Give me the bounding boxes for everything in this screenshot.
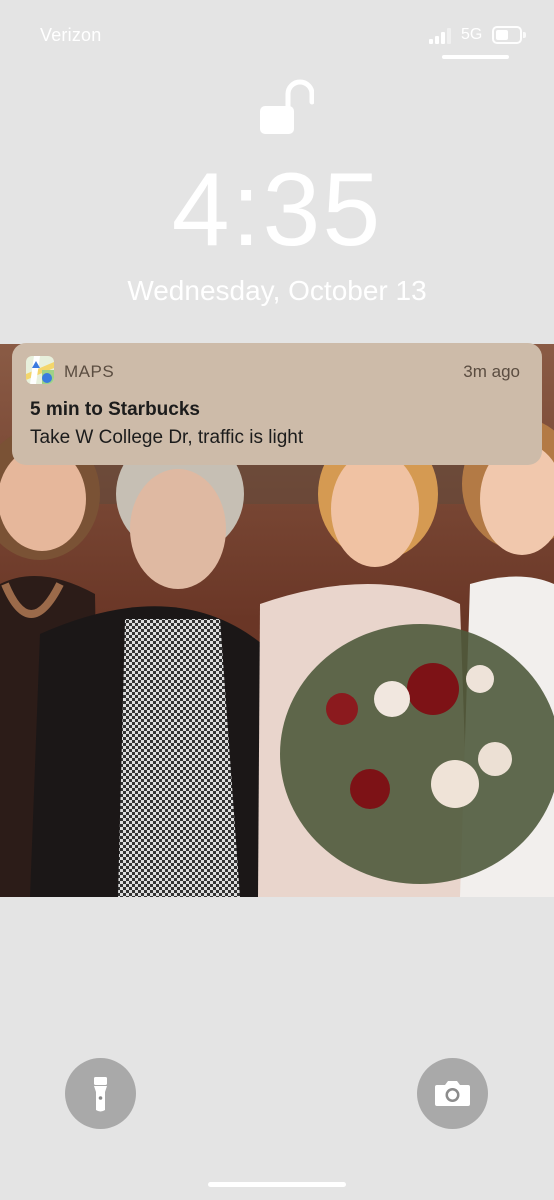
control-center-indicator[interactable] (442, 55, 509, 59)
status-bar: Verizon 5G (0, 0, 554, 70)
battery-icon (492, 26, 526, 44)
network-type: 5G (461, 26, 483, 43)
flashlight-button[interactable] (65, 1058, 136, 1129)
signal-icon (429, 28, 455, 44)
carrier-name: Verizon (40, 25, 102, 45)
camera-button[interactable] (417, 1058, 488, 1129)
notification-time: 3m ago (463, 362, 520, 381)
clock-time: 4:35 (171, 152, 383, 268)
notification-title: 5 min to Starbucks (30, 399, 200, 420)
notification-body: Take W College Dr, traffic is light (30, 427, 304, 448)
unlocked-padlock-icon (260, 79, 314, 134)
notification-app-name: MAPS (64, 362, 115, 381)
flashlight-icon (94, 1077, 107, 1112)
clock-date: Wednesday, October 13 (127, 275, 427, 306)
camera-icon (435, 1081, 470, 1106)
notification-card[interactable]: MAPS 3m ago 5 min to Starbucks Take W Co… (12, 343, 542, 465)
home-indicator[interactable] (208, 1182, 346, 1187)
maps-app-icon (26, 356, 54, 384)
